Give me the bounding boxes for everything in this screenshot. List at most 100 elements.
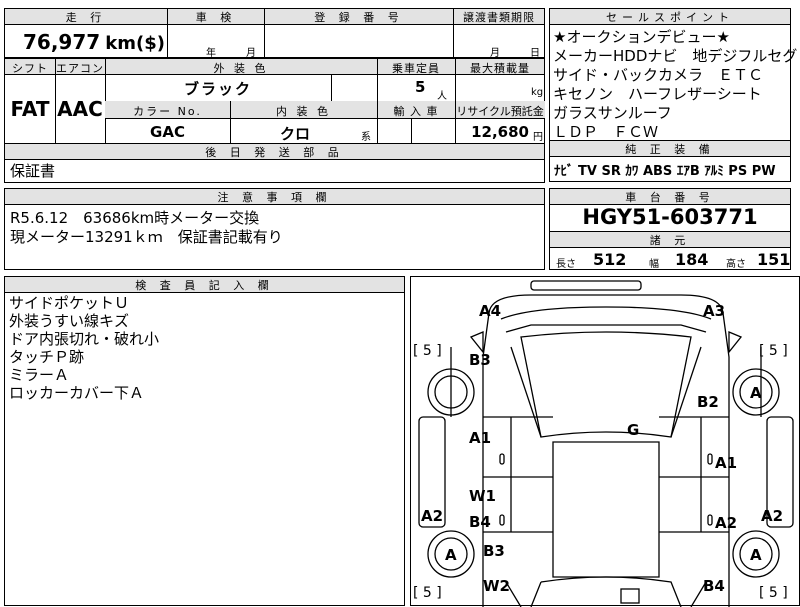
shaken-label: 車 検 xyxy=(168,9,264,25)
width-label: 幅 xyxy=(649,259,659,270)
wheel-front-right: A xyxy=(750,384,762,402)
sales-line-4: キセノン ハーフレザーシート xyxy=(553,85,762,103)
capacity-value: 5 xyxy=(415,78,426,96)
inspector-label: 検 査 員 記 入 欄 xyxy=(5,277,404,293)
equip-sr: SR xyxy=(601,164,621,179)
maxload-label: 最大積載量 xyxy=(470,62,530,75)
sales-box: セールスポイント ★オークションデビュー★ メーカーHDDナビ 地デジフルセグ … xyxy=(549,8,797,141)
mileage-box: 走 行 76,977 km($) xyxy=(4,8,168,58)
tread-front-right: [ 5 ] xyxy=(759,343,788,359)
delivery-label: 後 日 発 送 部 品 xyxy=(5,144,544,160)
notes-line-2: 現メーター13291ｋｍ 保証書記載有り xyxy=(10,228,283,246)
ext-color-label: 外 装 色 xyxy=(213,62,269,75)
inspector-line-1: サイドポケットＵ xyxy=(9,294,130,312)
inspector-line-3: ドア内張切れ・破れ小 xyxy=(9,330,160,348)
mileage-label: 走 行 xyxy=(5,9,167,25)
equip-ps: PS xyxy=(728,164,748,179)
notes-box: 注 意 事 項 欄 R5.6.12 63686km時メーター交換 現メーター13… xyxy=(4,188,545,270)
code-a4: A4 xyxy=(479,302,501,320)
recycle-unit: 円 xyxy=(533,132,543,143)
shaken-box: 車 検 年 月 xyxy=(167,8,265,59)
chassis-label: 車 台 番 号 xyxy=(550,189,790,205)
equip-navi: ﾅﾋﾞ xyxy=(554,164,574,179)
code-b4-left: B4 xyxy=(469,513,491,531)
code-a1-right: A1 xyxy=(715,454,737,472)
registration-box: 登 録 番 号 xyxy=(264,8,454,58)
height-label: 高さ xyxy=(726,259,746,270)
shaken-month-unit: 月 xyxy=(246,48,256,59)
recycle-label: リサイクル預託金 xyxy=(456,105,544,118)
interior-label: 内 装 色 xyxy=(276,105,331,118)
sales-line-2: メーカーHDDナビ 地デジフルセグ xyxy=(553,47,798,65)
code-a2-mid: A2 xyxy=(715,514,737,532)
equip-pw: PW xyxy=(751,164,776,179)
tread-rear-right: [ 5 ] xyxy=(759,585,788,601)
chassis-value: HGY51-603771 xyxy=(582,205,758,229)
car-diagram-box: A4 A3 B3 B2 A1 G A1 W1 A2 B4 A2 A2 B3 W2… xyxy=(410,276,800,607)
interior-value: クロ xyxy=(279,125,310,143)
transfer-day-unit: 日 xyxy=(530,48,540,59)
code-b3-front: B3 xyxy=(469,351,491,369)
transfer-month-unit: 月 xyxy=(490,48,500,59)
shift-value: FAT xyxy=(10,97,50,121)
code-b2: B2 xyxy=(697,393,719,411)
inspector-line-6: ロッカーカバー下Ａ xyxy=(9,384,145,402)
sales-line-1: ★オークションデビュー★ xyxy=(553,28,730,46)
import-label: 輸 入 車 xyxy=(393,105,439,118)
equip-alloy: ｱﾙﾐ xyxy=(704,164,724,179)
code-w2: W2 xyxy=(483,577,510,595)
inspector-line-4: タッチＰ跡 xyxy=(9,348,85,366)
sales-line-3: サイド・バックカメラ ＥＴＣ xyxy=(553,66,764,84)
capacity-unit: 人 xyxy=(437,91,447,102)
equip-tv: TV xyxy=(578,164,597,179)
mileage-unit: km($) xyxy=(105,33,165,54)
code-a3: A3 xyxy=(703,302,725,320)
code-a1-left: A1 xyxy=(469,429,491,447)
equipment-label: 純 正 装 備 xyxy=(550,141,790,157)
equip-leather: ｶﾜ xyxy=(625,164,639,179)
maxload-unit: kg xyxy=(531,87,544,98)
width-value: 184 xyxy=(675,250,709,269)
car-diagram: A4 A3 B3 B2 A1 G A1 W1 A2 B4 A2 A2 B3 W2… xyxy=(413,280,794,607)
length-value: 512 xyxy=(593,250,627,269)
code-b3-rear: B3 xyxy=(483,542,505,560)
code-a2-left: A2 xyxy=(421,507,443,525)
mileage-value: 76,977 km($) xyxy=(23,30,165,54)
transfer-box: 譲渡書類期限 月 日 xyxy=(453,8,545,59)
code-w1: W1 xyxy=(469,487,496,505)
sales-line-5: ガラスサンルーフ xyxy=(553,104,672,122)
ext-color-value: ブラック xyxy=(183,80,252,98)
inspector-line-2: 外装うすい線キズ xyxy=(9,312,130,330)
equip-airbag: ｴｱB xyxy=(676,164,700,179)
wheel-rear-right: A xyxy=(750,546,762,564)
interior-suffix: 系 xyxy=(361,132,371,143)
code-b4-rear: B4 xyxy=(703,577,725,595)
equip-abs: ABS xyxy=(642,164,673,179)
sales-label: セールスポイント xyxy=(550,9,790,25)
transfer-label: 譲渡書類期限 xyxy=(454,9,544,25)
tread-rear-left: [ 5 ] xyxy=(413,585,442,601)
shift-label: シフト xyxy=(12,62,48,75)
spec-box: シフト エアコン 外 装 色 乗車定員 最大積載量 FAT AAC ブラック 5… xyxy=(4,58,545,145)
recycle-value: 12,680 xyxy=(471,123,529,141)
delivery-box: 後 日 発 送 部 品 保証書 xyxy=(4,143,545,183)
code-g: G xyxy=(627,421,639,439)
ac-value: AAC xyxy=(57,97,103,121)
wheel-rear-left: A xyxy=(445,546,457,564)
dims-label: 諸 元 xyxy=(550,232,790,248)
shaken-year-unit: 年 xyxy=(206,48,216,59)
inspector-box: 検 査 員 記 入 欄 サイドポケットＵ 外装うすい線キズ ドア内張切れ・破れ小… xyxy=(4,276,405,606)
tread-front-left: [ 5 ] xyxy=(413,343,442,359)
chassis-box: 車 台 番 号 HGY51-603771 諸 元 長さ 512 幅 184 高さ… xyxy=(549,188,791,270)
code-a2-right: A2 xyxy=(761,507,783,525)
registration-label: 登 録 番 号 xyxy=(265,9,453,25)
length-label: 長さ xyxy=(556,259,576,270)
capacity-label: 乗車定員 xyxy=(392,62,440,75)
delivery-value: 保証書 xyxy=(10,162,56,180)
notes-line-1: R5.6.12 63686km時メーター交換 xyxy=(10,209,260,227)
height-value: 151 xyxy=(757,250,791,269)
colorno-label: カラー No. xyxy=(133,105,202,118)
ac-label: エアコン xyxy=(56,62,104,75)
notes-label: 注 意 事 項 欄 xyxy=(5,189,544,205)
equipment-list: ﾅﾋﾞ TV SR ｶﾜ ABS ｴｱB ｱﾙﾐ PS PW xyxy=(554,160,776,179)
